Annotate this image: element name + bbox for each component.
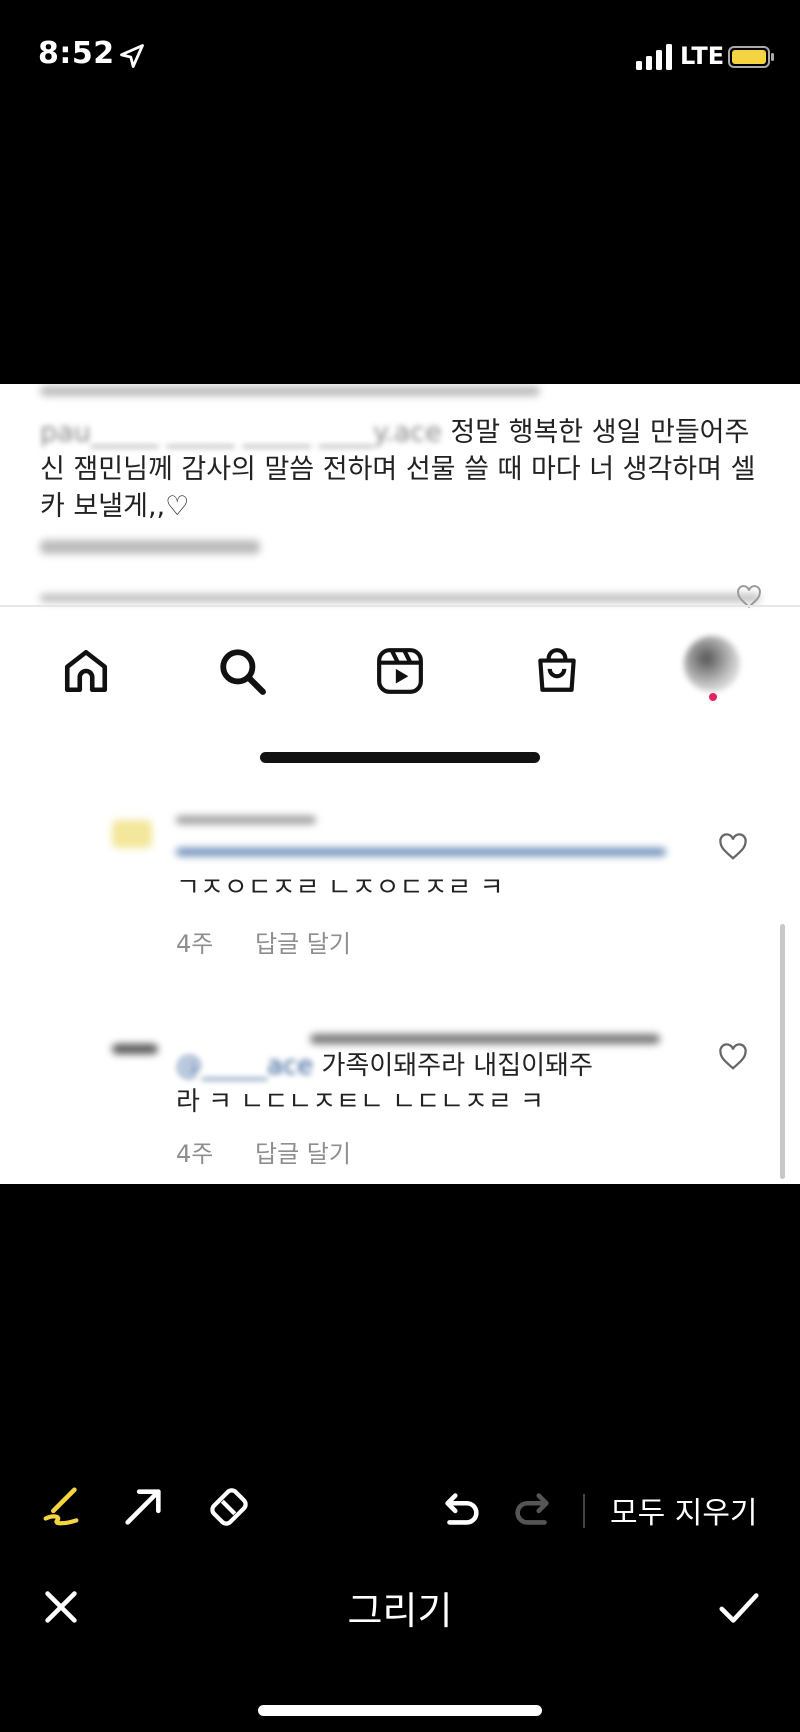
reply-link[interactable]: 답글 달기 [255, 1140, 351, 1168]
comment-text: @_____ace 가족이돼주라 내집이돼주 라 ㅋ ㄴㄷㄴㅈㅌㄴ ㄴㄷㄴㅈㄹ … [176, 1048, 593, 1120]
screenshot-canvas[interactable]: pau_____ _____ _____ ____y.ace 정말 행복한 생일… [0, 384, 800, 1184]
reply-link[interactable]: 답글 달기 [255, 930, 351, 958]
shop-icon[interactable] [532, 646, 582, 696]
network-type: LTE [680, 42, 725, 70]
home-indicator [258, 1705, 542, 1716]
comment-text: ㄱㅈㅇㄷㅈㄹ ㄴㅈㅇㄷㅈㄹ ㅋ [176, 873, 504, 903]
bottom-navigation [0, 610, 800, 710]
scrollbar[interactable] [780, 924, 785, 1179]
profile-avatar[interactable] [684, 636, 740, 692]
comment-meta: 4주 답글 달기 [176, 1134, 385, 1169]
arrow-tool-icon[interactable] [120, 1484, 166, 1530]
home-indicator [260, 752, 540, 763]
pen-tool-icon[interactable] [38, 1484, 84, 1530]
blurred-mention: @_____ace [176, 1051, 314, 1081]
comment-age: 4주 [176, 930, 214, 958]
divider [0, 605, 800, 607]
battery-icon [728, 46, 774, 68]
status-time: 8:52 [38, 36, 115, 71]
notification-dot [709, 693, 717, 701]
location-arrow-icon [120, 44, 144, 68]
heart-icon[interactable] [718, 1042, 748, 1072]
eraser-tool-icon[interactable] [206, 1484, 252, 1530]
screen-title: 그리기 [347, 1589, 453, 1633]
post-caption: pau_____ _____ _____ ____y.ace 정말 행복한 생일… [40, 414, 760, 525]
comment-line-1: 가족이돼주라 내집이돼주 [321, 1051, 593, 1081]
comment-age: 4주 [176, 1140, 214, 1168]
checkmark-icon[interactable] [716, 1584, 762, 1630]
clear-all-button[interactable]: 모두 지우기 [610, 1488, 758, 1532]
search-icon[interactable] [217, 646, 267, 696]
toolbar-separator [583, 1494, 585, 1528]
reels-icon[interactable] [375, 646, 425, 696]
undo-icon[interactable] [438, 1486, 484, 1532]
cellular-signal-icon [636, 44, 672, 70]
comment-meta: 4주 답글 달기 [176, 924, 385, 959]
comment-line-2: 라 ㅋ ㄴㄷㄴㅈㅌㄴ ㄴㄷㄴㅈㄹ ㅋ [176, 1087, 544, 1117]
blurred-username: pau_____ _____ _____ ____y.ace [40, 417, 442, 448]
heart-icon[interactable] [718, 832, 748, 862]
redo-icon[interactable] [510, 1486, 556, 1532]
home-icon[interactable] [61, 646, 111, 696]
